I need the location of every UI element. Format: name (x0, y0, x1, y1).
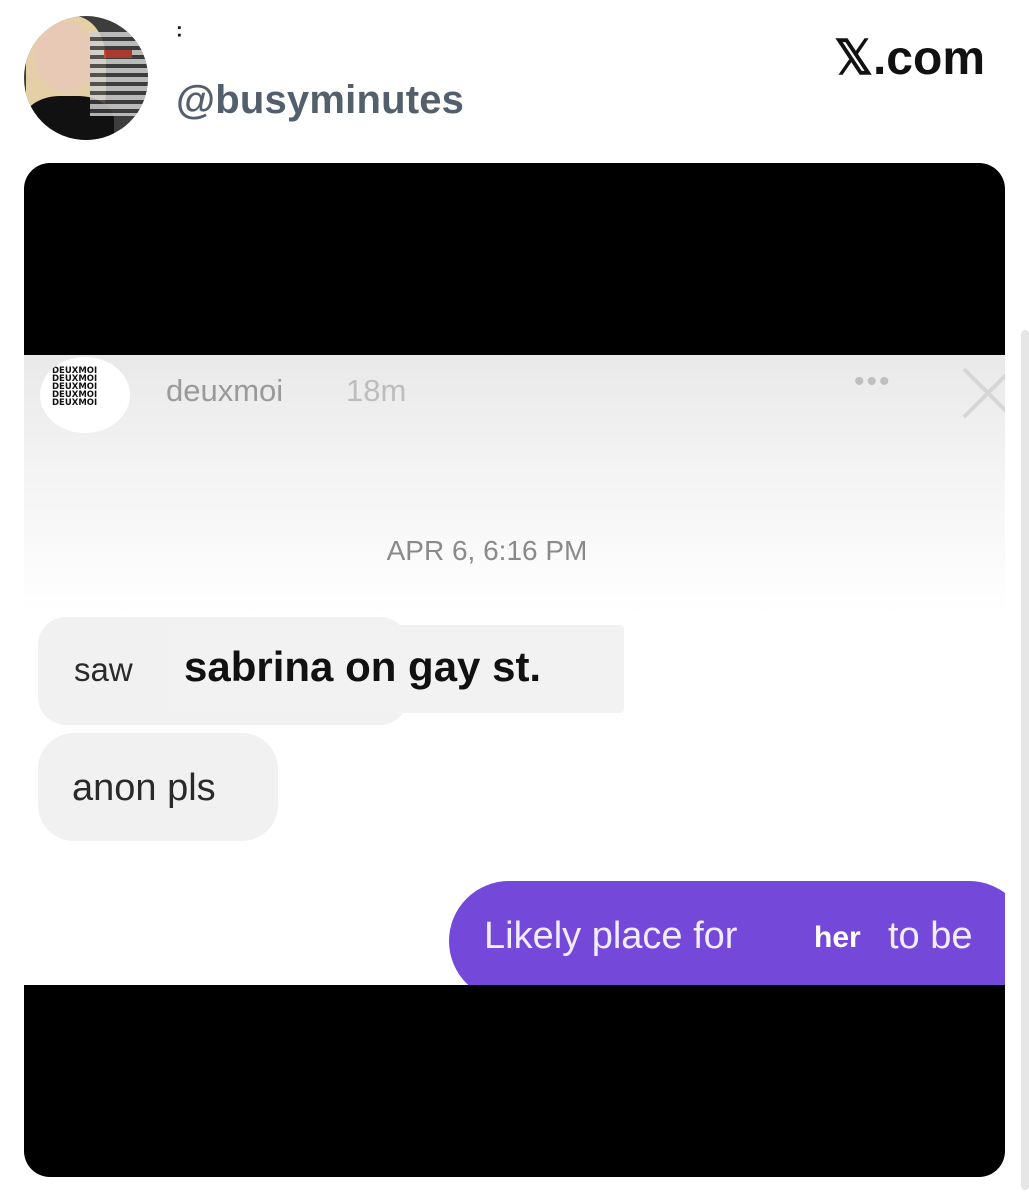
more-dots-icon: ••• (854, 365, 892, 398)
avatar-caption-overlay (90, 32, 148, 116)
edited-message-text: sabrina on gay st. (184, 643, 542, 690)
story-avatar-wordmark: DEUXMOI DEUXMOI DEUXMOI DEUXMOI DEUXMOI (52, 366, 98, 408)
profile-avatar[interactable] (24, 16, 148, 140)
reply-text-prefix: Likely place for (484, 915, 738, 957)
story-screenshot: DEUXMOI DEUXMOI DEUXMOI DEUXMOI DEUXMOI … (24, 355, 1005, 985)
story-time-ago: 18m (346, 373, 407, 408)
display-name[interactable]: ˸ (176, 24, 183, 47)
user-handle[interactable]: @busyminutes (176, 78, 464, 123)
reply-text-suffix: to be (888, 915, 973, 957)
message-text: anon pls (72, 767, 216, 809)
page-scrollbar[interactable] (1021, 330, 1029, 1190)
message-timestamp: APR 6, 6:16 PM (386, 535, 588, 566)
close-icon (962, 367, 1005, 419)
story-username: deuxmoi (166, 373, 284, 408)
avatar-face (34, 22, 96, 92)
message-text: saw (74, 651, 133, 688)
reply-edited-word: her (814, 921, 861, 954)
x-logo-site-label: 𝕏.com (834, 32, 985, 85)
story-account-avatar: DEUXMOI DEUXMOI DEUXMOI DEUXMOI DEUXMOI (40, 357, 130, 433)
tweet-media[interactable]: DEUXMOI DEUXMOI DEUXMOI DEUXMOI DEUXMOI … (24, 163, 1005, 1177)
